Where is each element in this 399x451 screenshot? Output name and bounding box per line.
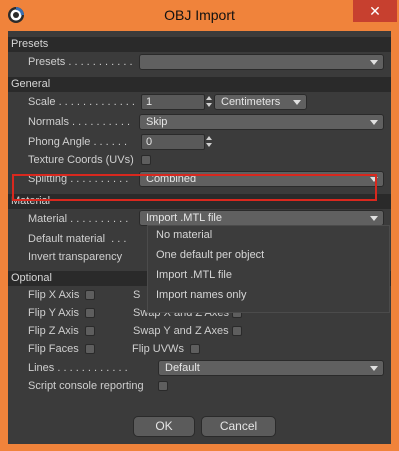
swap-yz-checkbox[interactable]	[232, 326, 242, 336]
flip-uvws-checkbox[interactable]	[190, 344, 200, 354]
material-option-import-names[interactable]: Import names only	[148, 286, 389, 304]
material-label: Material . . . . . . . . . .	[28, 213, 129, 225]
flip-x-checkbox[interactable]	[85, 290, 95, 300]
dialog-content: Presets Presets . . . . . . . . . . . Ge…	[8, 31, 391, 444]
scale-label: Scale . . . . . . . . . . . . .	[28, 96, 135, 108]
window-title: OBJ Import	[164, 7, 235, 23]
scale-unit-dropdown[interactable]: Centimeters	[214, 94, 307, 110]
material-option-import-mtl[interactable]: Import .MTL file	[148, 266, 389, 284]
arrow-down-icon	[206, 143, 212, 147]
scale-unit-value: Centimeters	[221, 96, 281, 108]
swap-yz-label: Swap Y and Z Axes	[133, 325, 229, 337]
title-bar[interactable]: OBJ Import ✕	[0, 0, 399, 30]
close-button[interactable]: ✕	[353, 0, 397, 22]
flip-z-checkbox[interactable]	[85, 326, 95, 336]
chevron-down-icon	[293, 100, 301, 105]
flip-x-label: Flip X Axis	[28, 289, 80, 301]
flip-faces-checkbox[interactable]	[85, 344, 95, 354]
swap-xz-partial-label: S	[133, 289, 141, 301]
flip-y-label: Flip Y Axis	[28, 307, 79, 319]
cancel-button[interactable]: Cancel	[201, 416, 276, 437]
material-value: Import .MTL file	[146, 212, 222, 224]
arrow-up-icon	[206, 136, 212, 140]
section-general[interactable]: General	[8, 77, 391, 92]
presets-label: Presets . . . . . . . . . . .	[28, 56, 133, 68]
material-options-popup: No material One default per object Impor…	[147, 225, 390, 313]
default-material-label: Default material . . .	[28, 233, 127, 245]
presets-dropdown[interactable]	[139, 54, 384, 70]
scale-stepper[interactable]	[205, 94, 214, 110]
phong-angle-stepper[interactable]	[205, 134, 214, 150]
texture-coords-checkbox[interactable]	[141, 155, 151, 165]
script-console-checkbox[interactable]	[158, 381, 168, 391]
script-console-label: Script console reporting	[28, 380, 144, 392]
chevron-down-icon	[370, 366, 378, 371]
material-option-one-default[interactable]: One default per object	[148, 246, 389, 264]
flip-uvws-label: Flip UVWs	[132, 343, 184, 355]
flip-z-label: Flip Z Axis	[28, 325, 79, 337]
invert-transparency-label: Invert transparency	[28, 251, 123, 263]
arrow-up-icon	[206, 96, 212, 100]
ok-button[interactable]: OK	[133, 416, 195, 437]
material-dropdown[interactable]: Import .MTL file	[139, 210, 384, 226]
texture-coords-label: Texture Coords (UVs)	[28, 154, 134, 166]
lines-dropdown[interactable]: Default	[158, 360, 384, 376]
close-icon: ✕	[369, 3, 381, 19]
obj-import-window: OBJ Import ✕ Presets Presets . . . . . .…	[0, 0, 399, 451]
phong-angle-label: Phong Angle . . . . . .	[28, 136, 128, 148]
normals-label: Normals . . . . . . . . . .	[28, 116, 131, 128]
lines-label: Lines . . . . . . . . . . . .	[28, 362, 128, 374]
material-row-highlight	[12, 174, 377, 201]
chevron-down-icon	[370, 60, 378, 65]
section-presets[interactable]: Presets	[8, 37, 391, 52]
normals-value: Skip	[146, 116, 168, 128]
scale-input[interactable]: 1	[141, 94, 205, 110]
material-option-no-material[interactable]: No material	[148, 226, 389, 244]
flip-y-checkbox[interactable]	[85, 308, 95, 318]
normals-dropdown[interactable]: Skip	[139, 114, 384, 130]
chevron-down-icon	[370, 216, 378, 221]
arrow-down-icon	[206, 103, 212, 107]
flip-faces-label: Flip Faces	[28, 343, 79, 355]
phong-angle-input[interactable]: 0	[141, 134, 205, 150]
lines-value: Default	[165, 362, 200, 374]
chevron-down-icon	[370, 120, 378, 125]
